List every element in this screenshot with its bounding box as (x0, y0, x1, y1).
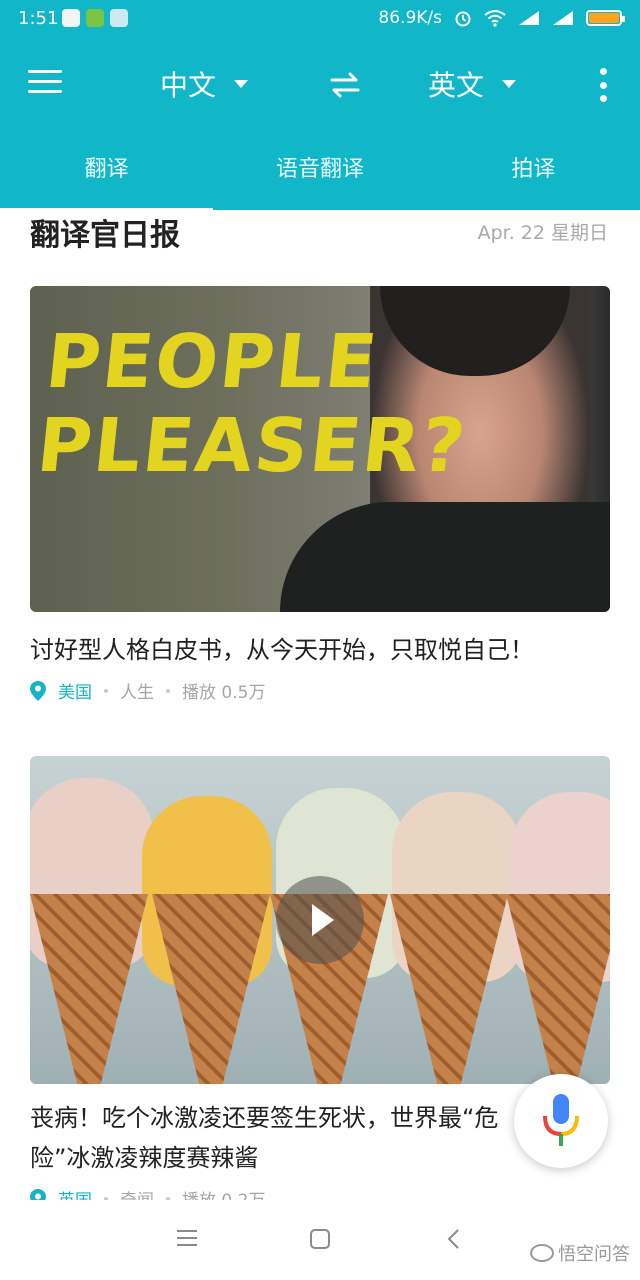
article-country: 美国 (58, 683, 92, 703)
more-options-icon[interactable] (596, 68, 610, 102)
article-title-line2: 险”冰激凌辣度赛辣酱 (30, 1144, 259, 1172)
wechat-notification-icon (86, 9, 104, 27)
content-feed[interactable]: 翻译官日报 Apr. 22 星期日 PEOPLE PLEASER? 讨好型人格白… (0, 210, 640, 1200)
notification-icons (62, 9, 128, 27)
article-thumbnail[interactable]: PEOPLE PLEASER? (30, 286, 610, 612)
video-thumbnail[interactable] (30, 756, 610, 1084)
thumbnail-headline-line2: PLEASER? (33, 403, 472, 489)
swap-languages-icon[interactable] (328, 70, 362, 100)
article-meta: 英国 奇闻 播放 0.2万 (30, 1186, 265, 1200)
article-title[interactable]: 丧病！吃个冰激凌还要签生死状，世界最“危 险”冰激凌辣度赛辣酱 (30, 1098, 520, 1178)
shirt-shape (280, 502, 610, 612)
source-language-label: 中文 (160, 69, 217, 102)
tab-photo-translate-label: 拍译 (511, 157, 556, 182)
daily-date: Apr. 22 星期日 (477, 222, 608, 244)
source-language-selector[interactable]: 中文 (160, 64, 249, 104)
separator-dot (166, 688, 170, 693)
voice-input-button[interactable] (514, 1074, 608, 1168)
thumbnail-headline: PEOPLE PLEASER? (33, 319, 480, 489)
target-language-selector[interactable]: 英文 (428, 64, 517, 104)
article-category: 奇闻 (120, 1186, 154, 1200)
article-country: 英国 (58, 1186, 92, 1200)
app-bar: 中文 英文 翻译 语音翻译 拍译 (0, 40, 640, 212)
alarm-icon (455, 11, 471, 27)
thumbnail-headline-line1: PEOPLE (41, 319, 383, 405)
article-plays: 播放 0.5万 (182, 683, 266, 703)
article-title[interactable]: 讨好型人格白皮书，从今天开始，只取悦自己！ (30, 630, 610, 670)
tab-photo-translate[interactable]: 拍译 (427, 150, 640, 210)
tab-translate[interactable]: 翻译 (0, 150, 214, 212)
tab-translate-label: 翻译 (84, 157, 129, 182)
tab-bar: 翻译 语音翻译 拍译 (0, 150, 640, 212)
menu-icon[interactable] (28, 70, 62, 98)
waffle-cone (30, 894, 148, 1084)
location-pin-icon (30, 1188, 46, 1200)
home-icon[interactable] (309, 1228, 331, 1250)
article-title-line1: 丧病！吃个冰激凌还要签生死状，世界最“危 (30, 1104, 499, 1132)
waffle-cone (390, 894, 508, 1084)
battery-icon (586, 10, 625, 26)
article-plays: 播放 0.2万 (182, 1186, 265, 1200)
tab-voice-translate[interactable]: 语音翻译 (213, 150, 426, 210)
telegram-notification-icon (110, 9, 128, 27)
article-category: 人生 (120, 683, 154, 703)
signal-icon-2 (553, 11, 573, 25)
article-meta: 美国 人生 播放 0.5万 (30, 678, 265, 703)
signal-icon (519, 11, 539, 25)
status-right: 86.9K/s (378, 8, 625, 28)
system-nav-bar: 悟空问答 (0, 1200, 640, 1280)
tab-voice-translate-label: 语音翻译 (275, 157, 364, 182)
app-notification-icon (62, 9, 80, 27)
watermark-text: 悟空问答 (558, 1244, 630, 1265)
daily-title: 翻译官日报 (30, 218, 180, 253)
status-bar: 1:51 86.9K/s (0, 0, 640, 40)
waffle-cone (506, 894, 610, 1084)
caret-down-icon (502, 80, 517, 88)
play-video-button[interactable] (276, 876, 364, 964)
caret-down-icon (234, 80, 249, 88)
microphone-icon (543, 1094, 579, 1146)
menu-recent-icon[interactable] (176, 1228, 198, 1248)
back-icon[interactable] (446, 1228, 460, 1250)
status-time: 1:51 (18, 8, 59, 29)
watermark: 悟空问答 (530, 1240, 630, 1266)
separator-dot (104, 688, 108, 693)
target-language-label: 英文 (428, 69, 485, 102)
network-speed: 86.9K/s (378, 8, 442, 28)
location-pin-icon (30, 680, 46, 701)
wukong-logo-icon (530, 1244, 554, 1262)
waffle-cone (152, 894, 270, 1084)
wifi-icon (484, 10, 506, 27)
